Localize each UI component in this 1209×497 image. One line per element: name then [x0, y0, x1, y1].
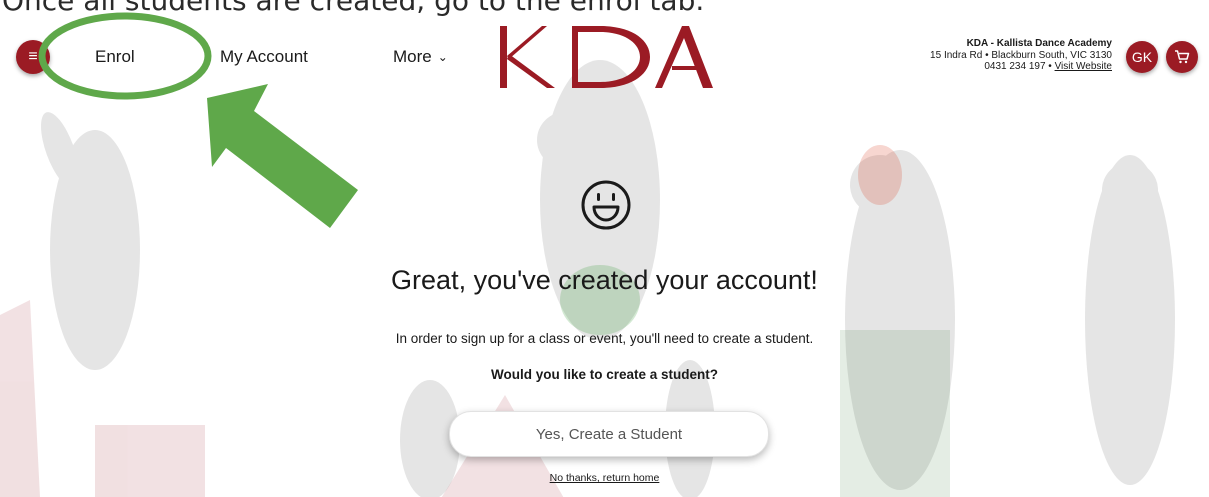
cart-icon — [1175, 50, 1190, 64]
studio-contact: 0431 234 197 • Visit Website — [930, 61, 1112, 73]
menu-button[interactable]: ≡ — [16, 40, 50, 74]
visit-website-link[interactable]: Visit Website — [1055, 61, 1112, 72]
body-text: In order to sign up for a class or event… — [395, 331, 814, 346]
studio-phone: 0431 234 197 — [984, 61, 1046, 72]
create-student-question: Would you like to create a student? — [490, 367, 719, 382]
nav-more-label: More — [393, 47, 432, 66]
tutorial-caption: Once all students are created, go to the… — [2, 0, 705, 17]
smiley-icon — [581, 180, 631, 230]
contact-separator: • — [1045, 61, 1055, 72]
studio-info: KDA - Kallista Dance Academy 15 Indra Rd… — [930, 38, 1112, 73]
nav-my-account[interactable]: My Account — [220, 47, 308, 67]
create-student-button[interactable]: Yes, Create a Student — [449, 411, 769, 457]
kda-logo — [500, 26, 713, 88]
return-home-link[interactable]: No thanks, return home — [550, 472, 660, 484]
studio-name: KDA - Kallista Dance Academy — [966, 38, 1112, 49]
user-avatar[interactable]: GK — [1126, 41, 1158, 73]
headline: Great, you've created your account! — [391, 265, 818, 295]
return-home-wrapper: No thanks, return home — [0, 472, 1209, 484]
nav-enrol[interactable]: Enrol — [95, 47, 135, 67]
chevron-down-icon: ⌄ — [437, 50, 448, 64]
cart-button[interactable] — [1166, 41, 1198, 73]
nav-more[interactable]: More ⌄ — [393, 47, 448, 67]
hamburger-icon: ≡ — [28, 48, 38, 65]
studio-address: 15 Indra Rd • Blackburn South, VIC 3130 — [930, 49, 1112, 61]
